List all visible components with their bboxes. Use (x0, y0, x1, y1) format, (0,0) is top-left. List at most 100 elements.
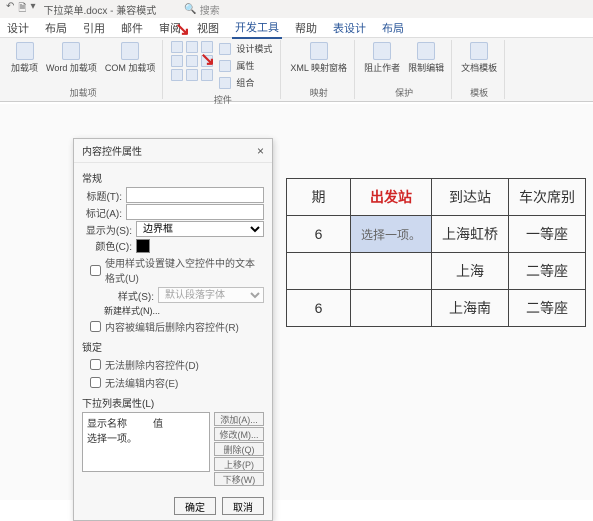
lock-delete-checkbox[interactable] (90, 359, 101, 370)
tab-table-layout[interactable]: 布局 (379, 18, 407, 38)
doc-template-button[interactable]: 文档模板 (458, 40, 500, 76)
properties-icon (219, 60, 231, 72)
title-bar: ↶ 🗎 ▾ 下拉菜单.docx - 兼容模式 🔍 搜索 (0, 0, 593, 18)
section-lock: 锁定 (82, 336, 264, 355)
save-icon[interactable]: 🗎 (18, 1, 26, 18)
modify-button: 修改(M)... (214, 427, 264, 441)
tab-layout[interactable]: 布局 (42, 18, 70, 38)
remove-after-edit-label: 内容被编辑后删除内容控件(R) (105, 319, 239, 334)
addins-button[interactable]: 加载项 (8, 40, 41, 76)
dropdown-list[interactable]: 显示名称 值 选择一项。 (82, 412, 210, 472)
th-arrival: 到达站 (432, 179, 509, 216)
list-item[interactable]: 选择一项。 (87, 430, 205, 445)
cell[interactable] (287, 253, 351, 290)
data-table: 期 出发站 到达站 车次席别 6 选择一项。 上海虹桥 一等座 上海 二等座 6… (286, 178, 586, 327)
group-icon (219, 77, 231, 89)
design-mode-button[interactable]: 设计模式 (217, 40, 276, 57)
undo-icon[interactable]: ↶ (6, 1, 14, 18)
word-addins-icon (62, 42, 80, 60)
block-authors-button[interactable]: 阻止作者 (361, 40, 403, 76)
th-departure: 出发站 (351, 179, 432, 216)
com-addins-button[interactable]: COM 加载项 (102, 40, 159, 76)
move-up-button: 上移(P) (214, 457, 264, 471)
delete-button: 删除(Q) (214, 442, 264, 456)
display-select[interactable]: 边界框 (136, 221, 264, 237)
ribbon-body: 加载项 Word 加载项 COM 加载项 加载项 设计模式 属性 组合 控件 X… (0, 38, 593, 102)
design-mode-icon (219, 43, 231, 55)
cell[interactable]: 上海南 (432, 290, 509, 327)
group-button[interactable]: 组合 (217, 74, 276, 91)
move-down-button: 下移(W) (214, 472, 264, 486)
tab-references[interactable]: 引用 (80, 18, 108, 38)
tab-view[interactable]: 视图 (194, 18, 222, 38)
group-addins-label: 加载项 (8, 84, 158, 99)
use-style-label: 使用样式设置键入空控件中的文本格式(U) (105, 255, 264, 285)
cell[interactable]: 上海虹桥 (432, 216, 509, 253)
new-style-link: 新建样式(N)... (104, 304, 160, 317)
table-header-row: 期 出发站 到达站 车次席别 (287, 179, 586, 216)
group-mapping-label: 映射 (287, 84, 350, 99)
word-addins-button[interactable]: Word 加载项 (43, 40, 100, 76)
th-date: 期 (287, 179, 351, 216)
search-icon: 🔍 (184, 4, 196, 15)
list-header-name: 显示名称 (87, 415, 127, 430)
group-protect: 阻止作者 限制编辑 保护 (357, 40, 452, 99)
add-button[interactable]: 添加(A)... (214, 412, 264, 426)
group-mapping: XML 映射窗格 映射 (283, 40, 355, 99)
lock-delete-label: 无法删除内容控件(D) (105, 357, 199, 372)
display-label: 显示为(S): (82, 222, 132, 237)
tab-mailings[interactable]: 邮件 (118, 18, 146, 38)
cell[interactable]: 二等座 (509, 290, 586, 327)
remove-after-edit-checkbox[interactable] (90, 321, 101, 332)
lock-edit-checkbox[interactable] (90, 377, 101, 388)
group-protect-label: 保护 (361, 84, 447, 99)
control-gallery[interactable] (169, 40, 215, 82)
group-addins: 加载项 Word 加载项 COM 加载项 加载项 (4, 40, 163, 99)
close-icon[interactable]: × (257, 144, 264, 158)
search-placeholder: 搜索 (200, 2, 220, 17)
addins-icon (16, 42, 34, 60)
xml-mapping-button[interactable]: XML 映射窗格 (287, 40, 350, 76)
tab-help[interactable]: 帮助 (292, 18, 320, 38)
cell[interactable]: 二等座 (509, 253, 586, 290)
content-control-properties-dialog: 内容控件属性 × 常规 标题(T): 标记(A): 显示为(S):边界框 颜色(… (73, 138, 273, 521)
table-row: 上海 二等座 (287, 253, 586, 290)
properties-button[interactable]: 属性 (217, 57, 276, 74)
cell[interactable]: 6 (287, 216, 351, 253)
restrict-icon (417, 42, 435, 60)
lock-edit-label: 无法编辑内容(E) (105, 375, 178, 390)
use-style-checkbox[interactable] (90, 265, 101, 276)
section-general: 常规 (82, 167, 264, 186)
xml-icon (310, 42, 328, 60)
quick-access: ↶ 🗎 ▾ (6, 1, 35, 18)
group-template: 文档模板 模板 (454, 40, 505, 99)
cell[interactable]: 上海 (432, 253, 509, 290)
document-title: 下拉菜单.docx - 兼容模式 (43, 2, 156, 17)
cell[interactable] (351, 253, 432, 290)
dropdown-icon[interactable]: ▾ (30, 1, 35, 18)
style-select: 默认段落字体 (158, 287, 264, 303)
cell[interactable]: 一等座 (509, 216, 586, 253)
ribbon-tabs: 设计 布局 引用 邮件 审阅 视图 开发工具 帮助 表设计 布局 (0, 18, 593, 38)
dropdown-placeholder-cell[interactable]: 选择一项。 (351, 216, 432, 253)
template-icon (470, 42, 488, 60)
tab-developer[interactable]: 开发工具 (232, 17, 282, 39)
com-addins-icon (121, 42, 139, 60)
color-label: 颜色(C): (82, 238, 132, 253)
tab-table-design[interactable]: 表设计 (330, 18, 369, 38)
th-class: 车次席别 (509, 179, 586, 216)
search-box[interactable]: 🔍 搜索 (184, 2, 219, 17)
list-header-value: 值 (153, 415, 163, 430)
block-icon (373, 42, 391, 60)
color-swatch[interactable] (136, 239, 150, 253)
table-row: 6 选择一项。 上海虹桥 一等座 (287, 216, 586, 253)
title-input[interactable] (126, 187, 264, 203)
tab-review[interactable]: 审阅 (156, 18, 184, 38)
group-template-label: 模板 (458, 84, 500, 99)
cell[interactable]: 6 (287, 290, 351, 327)
restrict-editing-button[interactable]: 限制编辑 (405, 40, 447, 76)
cell[interactable] (351, 290, 432, 327)
tab-design[interactable]: 设计 (4, 18, 32, 38)
tag-input[interactable] (126, 204, 264, 220)
title-label: 标题(T): (82, 188, 122, 203)
